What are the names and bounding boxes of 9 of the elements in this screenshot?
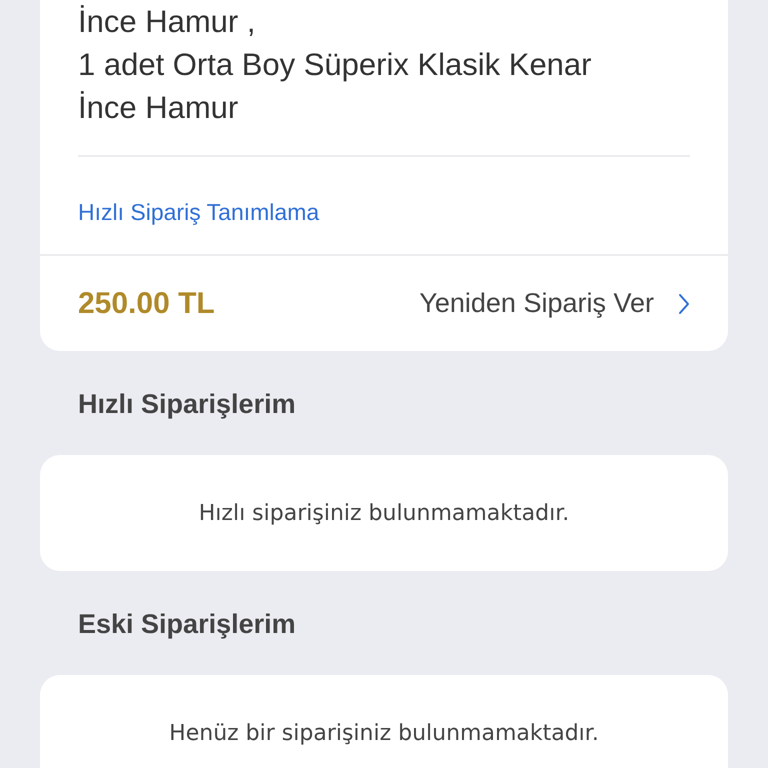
section-title: Hızlı Siparişlerim xyxy=(77,388,297,417)
reorder-link[interactable]: Yeniden Sipariş Ver xyxy=(419,288,690,319)
section-title: Eski Siparişlerim xyxy=(77,608,297,637)
empty-message: Henüz bir siparişiniz bulunmamaktadır. xyxy=(169,720,599,746)
chevron-right-icon xyxy=(678,292,690,316)
order-description: İnce Hamur , 1 adet Orta Boy Süperix Klasik Kenar İnce Hamur xyxy=(78,3,592,127)
order-price: 250.00 TL xyxy=(78,286,215,320)
empty-message: Hızlı siparişiniz bulunmamaktadır. xyxy=(198,500,570,526)
quick-order-link[interactable]: Hızlı Sipariş Tanımlama xyxy=(78,199,320,226)
